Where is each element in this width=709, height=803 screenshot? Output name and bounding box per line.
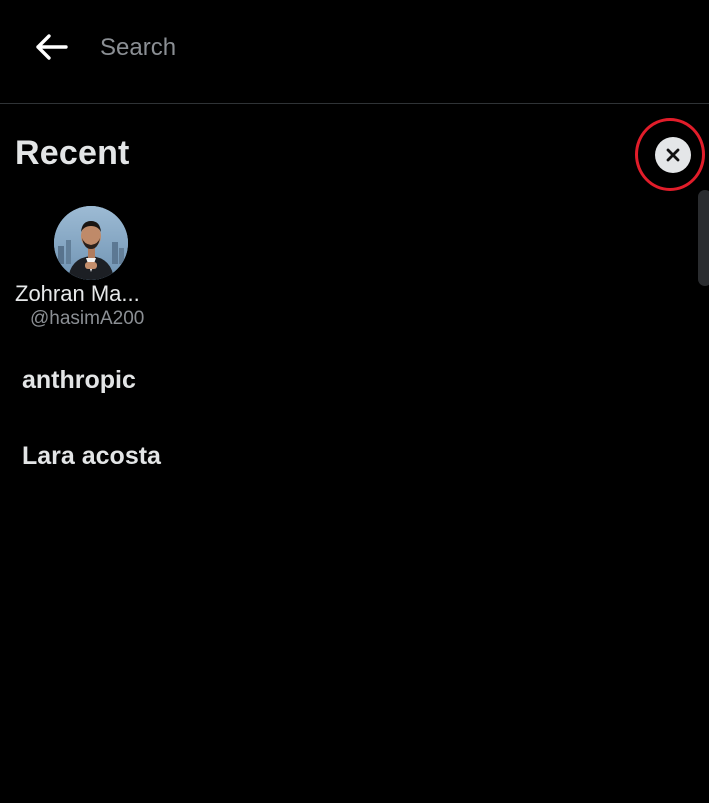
user-handle: @hasimA200 bbox=[30, 308, 145, 329]
recent-query-item[interactable]: Lara acosta bbox=[22, 442, 161, 471]
search-screen: Recent bbox=[0, 0, 709, 803]
recent-heading: Recent bbox=[15, 134, 130, 172]
user-name: Zohran Ma... bbox=[15, 281, 140, 306]
search-header bbox=[0, 0, 709, 104]
back-button[interactable] bbox=[28, 26, 74, 68]
close-icon bbox=[666, 148, 680, 162]
arrow-left-icon bbox=[36, 34, 68, 60]
search-input[interactable] bbox=[100, 26, 660, 70]
recent-query-item[interactable]: anthropic bbox=[22, 366, 136, 395]
scrollbar-thumb[interactable] bbox=[698, 190, 709, 286]
clear-recent-button[interactable] bbox=[655, 137, 691, 173]
avatar bbox=[54, 206, 128, 280]
recent-user-item[interactable]: Zohran Ma... @hasimA200 bbox=[10, 204, 172, 332]
